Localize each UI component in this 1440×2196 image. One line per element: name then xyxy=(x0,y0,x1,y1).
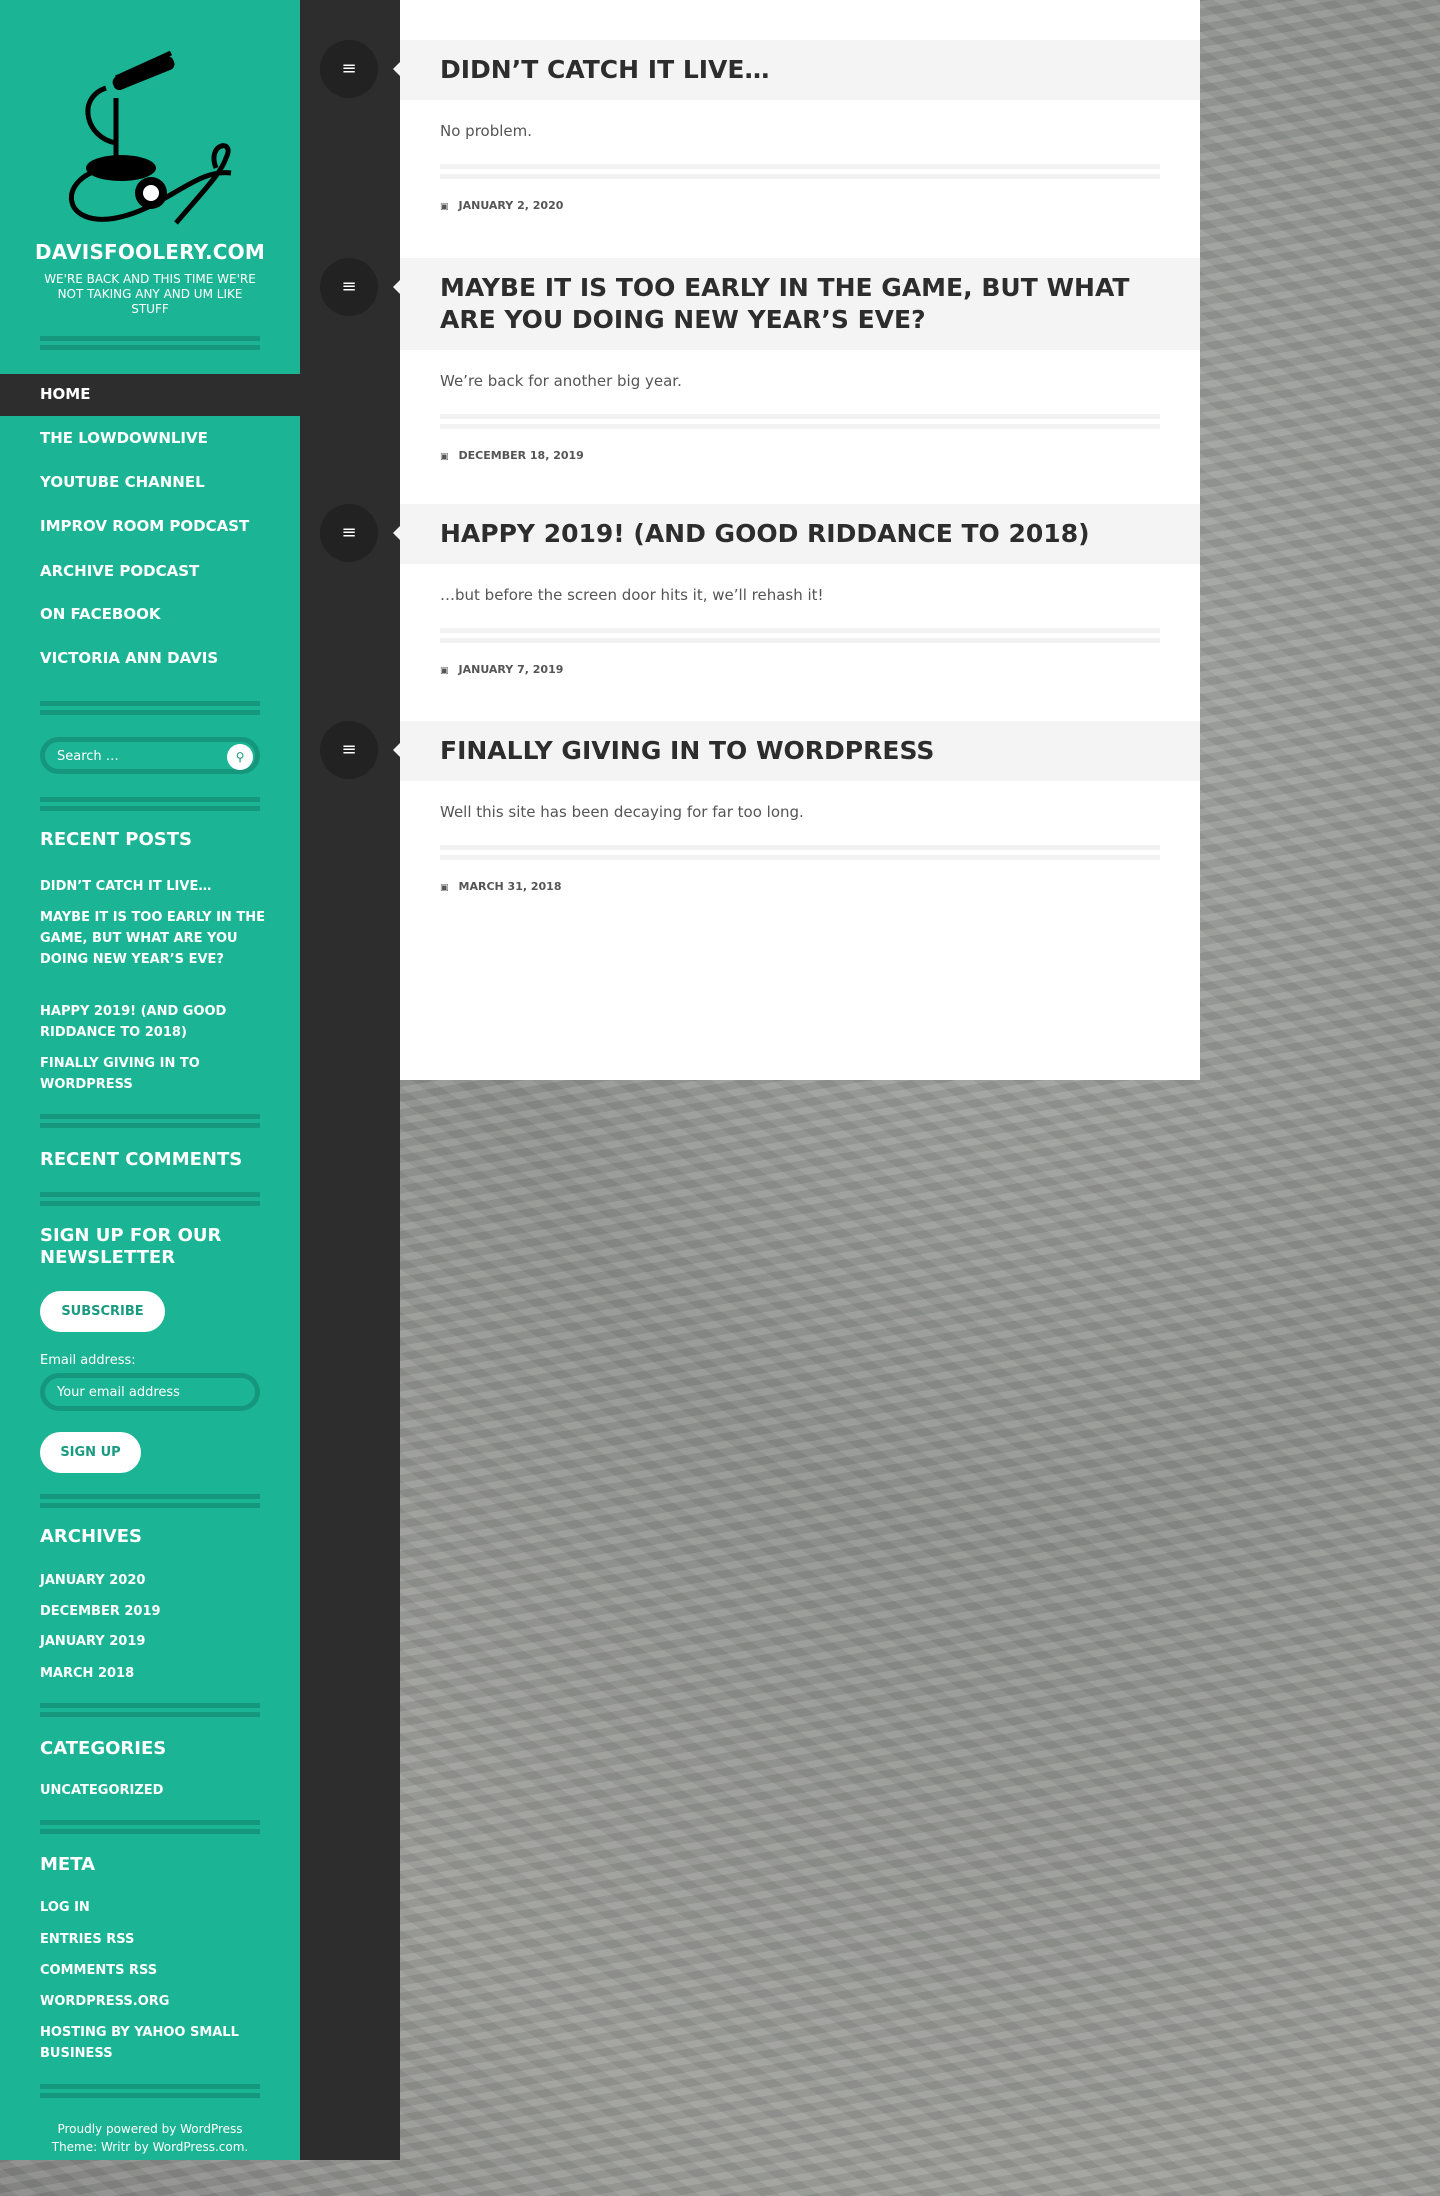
nav-home[interactable]: HOME xyxy=(40,384,90,404)
subscribe-button[interactable]: SUBSCRIBE xyxy=(40,1291,165,1332)
post-title[interactable]: HAPPY 2019! (AND GOOD RIDDANCE TO 2018) xyxy=(400,504,1200,564)
standard-post-format-icon[interactable]: ≡ xyxy=(320,258,400,316)
post-separator xyxy=(440,164,1160,179)
nav-on-facebook[interactable]: ON FACEBOOK xyxy=(40,604,160,624)
post-date[interactable]: ▣ MARCH 31, 2018 xyxy=(400,880,1200,893)
divider xyxy=(40,1114,260,1128)
post-title[interactable]: FINALLY GIVING IN TO WORDPRESS xyxy=(400,721,1200,781)
search-placeholder: Search … xyxy=(57,749,119,764)
sign-up-button[interactable]: SIGN UP xyxy=(40,1432,141,1473)
archive-link[interactable]: JANUARY 2019 xyxy=(40,1631,265,1652)
meta-heading: META xyxy=(40,1854,96,1875)
calendar-icon: ▣ xyxy=(440,452,449,462)
meta-comments-rss[interactable]: COMMENTS RSS xyxy=(40,1960,265,1981)
standard-post-format-icon[interactable]: ≡ xyxy=(320,721,400,779)
email-placeholder: Your email address xyxy=(57,1385,180,1400)
posts-list: DIDN’T CATCH IT LIVE… No problem. ▣ JANUA… xyxy=(400,0,1200,1080)
recent-post-link[interactable]: MAYBE IT IS TOO EARLY IN THE GAME, BUT W… xyxy=(40,907,265,970)
post-separator xyxy=(440,628,1160,643)
search-icon[interactable]: ⚲ xyxy=(227,744,253,770)
standard-post-format-icon[interactable]: ≡ xyxy=(320,40,400,98)
post-date[interactable]: ▣ JANUARY 2, 2020 xyxy=(400,199,1200,212)
recent-post-link[interactable]: HAPPY 2019! (AND GOOD RIDDANCE TO 2018) xyxy=(40,1001,265,1043)
search-input[interactable]: Search … ⚲ xyxy=(40,737,260,774)
recent-post-link[interactable]: FINALLY GIVING IN TO WORDPRESS xyxy=(40,1053,265,1095)
post-date-text: JANUARY 7, 2019 xyxy=(458,663,564,676)
post-excerpt: Well this site has been decaying for far… xyxy=(440,803,804,821)
post-title[interactable]: MAYBE IT IS TOO EARLY IN THE GAME, BUT W… xyxy=(400,258,1200,350)
sidebar: DAVISFOOLERY.COM WE'RE BACK AND THIS TIM… xyxy=(0,0,300,2160)
standard-post-format-icon[interactable]: ≡ xyxy=(320,504,400,562)
divider xyxy=(40,701,260,715)
post-excerpt: …but before the screen door hits it, we’… xyxy=(440,586,824,604)
site-title[interactable]: DAVISFOOLERY.COM xyxy=(0,240,300,264)
footer-powered-by[interactable]: Proudly powered by WordPress xyxy=(0,2120,300,2138)
post: MAYBE IT IS TOO EARLY IN THE GAME, BUT W… xyxy=(400,258,1200,462)
nav-archive-podcast[interactable]: ARCHIVE PODCAST xyxy=(40,561,199,581)
post-excerpt: No problem. xyxy=(440,122,532,140)
nav-youtube-channel[interactable]: YOUTUBE CHANNEL xyxy=(40,472,205,492)
email-input[interactable]: Your email address xyxy=(40,1373,260,1411)
site-logo-microphone[interactable] xyxy=(56,48,246,228)
post-title[interactable]: DIDN’T CATCH IT LIVE… xyxy=(400,40,1200,100)
meta-wordpress-org[interactable]: WORDPRESS.ORG xyxy=(40,1991,265,2012)
post-date[interactable]: ▣ DECEMBER 18, 2019 xyxy=(400,449,1200,462)
divider xyxy=(40,2084,260,2098)
calendar-icon: ▣ xyxy=(440,202,449,212)
newsletter-heading: SIGN UP FOR OUR NEWSLETTER xyxy=(40,1225,222,1268)
meta-log-in[interactable]: LOG IN xyxy=(40,1897,265,1918)
post: FINALLY GIVING IN TO WORDPRESS Well this… xyxy=(400,721,1200,893)
recent-posts-heading: RECENT POSTS xyxy=(40,829,192,850)
divider xyxy=(40,336,260,350)
calendar-icon: ▣ xyxy=(440,666,449,676)
archive-link[interactable]: DECEMBER 2019 xyxy=(40,1601,265,1622)
archives-heading: ARCHIVES xyxy=(40,1526,142,1547)
post-separator xyxy=(440,845,1160,860)
post-separator xyxy=(440,414,1160,429)
nav-victoria-ann-davis[interactable]: VICTORIA ANN DAVIS xyxy=(40,648,218,668)
divider xyxy=(40,797,260,811)
post-excerpt: We’re back for another big year. xyxy=(440,372,682,390)
post-icon-column xyxy=(300,0,400,2160)
post: HAPPY 2019! (AND GOOD RIDDANCE TO 2018) … xyxy=(400,504,1200,676)
nav-improv-room-podcast[interactable]: IMPROV ROOM PODCAST xyxy=(40,516,249,536)
post-date-text: MARCH 31, 2018 xyxy=(458,880,562,893)
recent-post-link[interactable]: DIDN’T CATCH IT LIVE… xyxy=(40,876,265,897)
divider xyxy=(40,1192,260,1206)
divider xyxy=(40,1494,260,1508)
recent-comments-heading: RECENT COMMENTS xyxy=(40,1149,243,1170)
archive-link[interactable]: MARCH 2018 xyxy=(40,1663,265,1684)
divider xyxy=(40,1703,260,1717)
archive-link[interactable]: JANUARY 2020 xyxy=(40,1570,265,1591)
post-date-text: DECEMBER 18, 2019 xyxy=(458,449,584,462)
meta-entries-rss[interactable]: ENTRIES RSS xyxy=(40,1929,265,1950)
post-date-text: JANUARY 2, 2020 xyxy=(458,199,564,212)
calendar-icon: ▣ xyxy=(440,883,449,893)
footer-theme[interactable]: Theme: Writr by WordPress.com. xyxy=(0,2138,300,2156)
post: DIDN’T CATCH IT LIVE… No problem. ▣ JANUA… xyxy=(400,40,1200,212)
post-date[interactable]: ▣ JANUARY 7, 2019 xyxy=(400,663,1200,676)
categories-heading: CATEGORIES xyxy=(40,1738,167,1759)
site-footer: Proudly powered by WordPress Theme: Writ… xyxy=(0,2120,300,2156)
category-link[interactable]: UNCATEGORIZED xyxy=(40,1780,265,1801)
site-tagline: WE'RE BACK AND THIS TIME WE'RE NOT TAKIN… xyxy=(44,272,256,316)
nav-lowdownlive[interactable]: THE LOWDOWNLIVE xyxy=(40,428,208,448)
divider xyxy=(40,1820,260,1834)
meta-hosting-yahoo[interactable]: HOSTING BY YAHOO SMALL BUSINESS xyxy=(40,2022,265,2064)
email-label: Email address: xyxy=(40,1353,136,1368)
